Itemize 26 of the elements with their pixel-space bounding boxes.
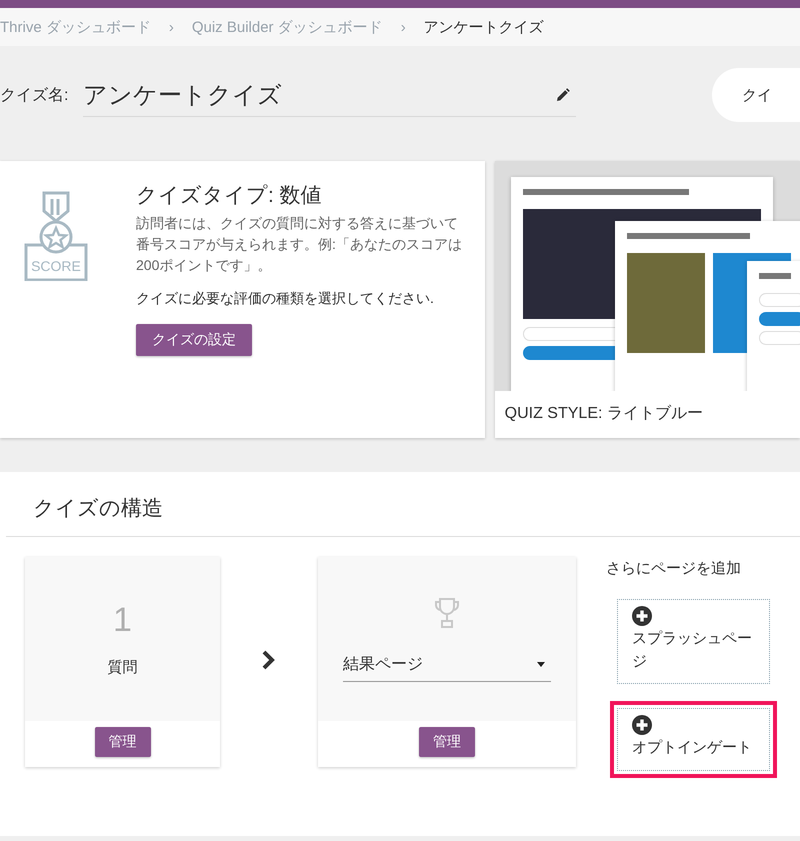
add-page-button[interactable]: スプラッシュページ — [617, 599, 770, 684]
add-pages-heading: さらにページを追加 — [606, 559, 742, 578]
chevron-right-icon — [262, 650, 276, 670]
result-page-dropdown[interactable]: 結果ページ — [343, 648, 551, 682]
add-page-button[interactable]: オプトインゲート — [617, 708, 770, 770]
field-label: クイズ名: — [0, 86, 70, 106]
plus-circle-icon — [632, 606, 652, 626]
breadcrumb-separator: › — [168, 18, 174, 36]
manage-button[interactable]: 管理 — [94, 727, 150, 757]
caret-icon — [537, 662, 545, 666]
quiz-name-field[interactable]: アンケートクイズ — [82, 73, 576, 117]
breadcrumb-separator: › — [400, 18, 406, 36]
section-title: クイズの構造 — [6, 494, 800, 537]
quiz-type-description: 訪問者には、クイズの質問に対する答えに基づいて番号スコアが与えられます。例:「あなたのスコアは200ポイントです」。 — [136, 214, 463, 275]
quiz-style-card[interactable]: QUIZ STYLE: ライトブルー — [494, 161, 800, 438]
step-label: 質問 — [108, 658, 138, 677]
quiz-type-title: クイズタイプ: 数値 — [136, 183, 323, 209]
manage-button[interactable]: 管理 — [419, 727, 475, 757]
quiz-style-caption: QUIZ STYLE: ライトブルー — [504, 404, 704, 424]
pencil-icon[interactable] — [556, 88, 570, 102]
quiz-settings-button[interactable]: クイズの設定 — [136, 324, 252, 356]
question-count: 1 — [113, 601, 132, 640]
plus-circle-icon — [632, 715, 652, 735]
quiz-type-prompt: クイズに必要な評価の種類を選択してください. — [136, 290, 435, 308]
breadcrumb-link[interactable]: アンケートクイズ — [424, 18, 544, 36]
pill-button[interactable]: クイ — [712, 68, 800, 122]
